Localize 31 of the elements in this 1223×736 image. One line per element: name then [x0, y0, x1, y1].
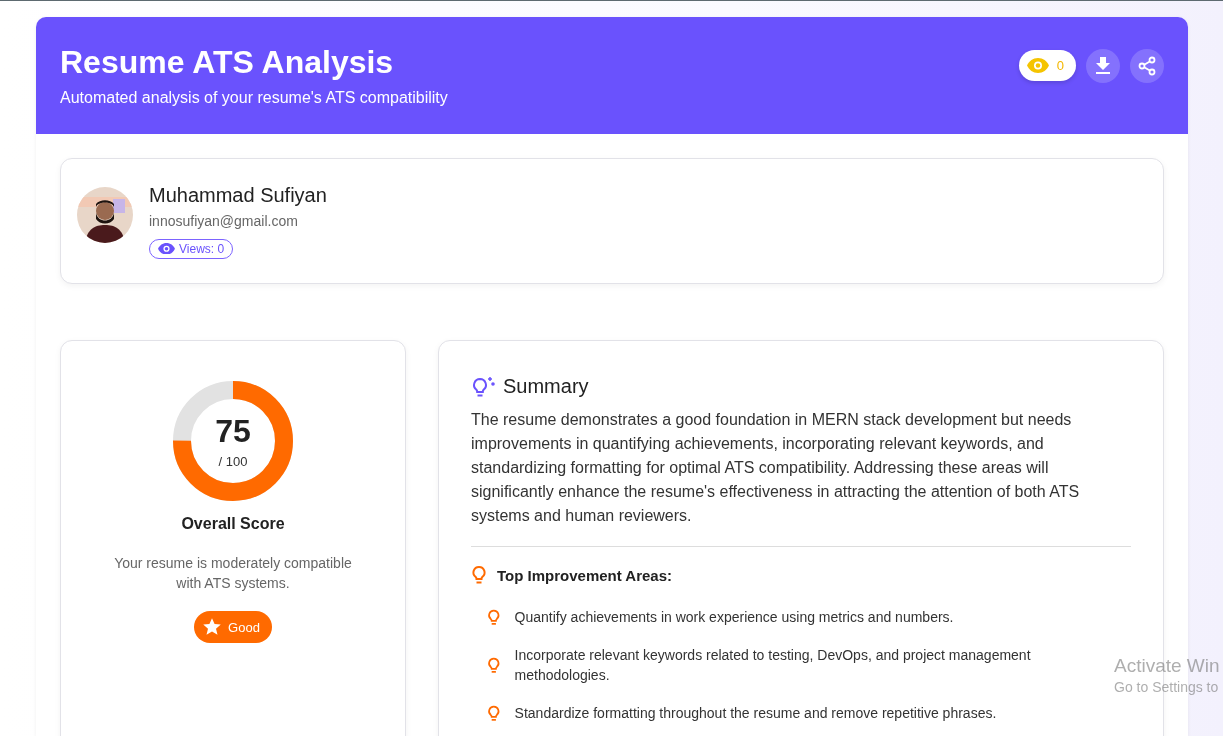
summary-text: The resume demonstrates a good foundation in MERN stack development but needs improvements in quantifying achievements, incorporating relevant keywords, and standardizing formatting for optimal ATS compatibility. Addressing these areas will significantly enhance the resume's effectiveness in attracting the attention of both ATS systems and human reviewers.: [471, 410, 1081, 526]
lightbulb-icon: [471, 565, 487, 585]
summary-title: Summary: [503, 375, 589, 398]
activation-notice-title: Activate Win: [1114, 655, 1221, 677]
eye-icon: [158, 242, 175, 255]
download-icon: [1095, 56, 1111, 75]
score-max: / 100: [218, 454, 248, 469]
page-subtitle: Automated analysis of your resume's ATS compatibility: [60, 89, 448, 107]
page-title: Resume ATS Analysis: [60, 44, 395, 81]
views-label: Views: 0: [179, 241, 225, 256]
lightbulb-icon: [487, 608, 501, 626]
view-count: 0: [1056, 58, 1064, 73]
share-icon: [1137, 55, 1157, 76]
download-button[interactable]: [1086, 48, 1120, 83]
score-description: Your resume is moderately compatible with ATS systems.: [113, 554, 353, 593]
activation-notice-text: Go to Settings to: [1114, 679, 1220, 695]
score-value: 75: [215, 413, 251, 450]
improvements-title: Top Improvement Areas:: [497, 566, 673, 584]
profile-email: innosufiyan@gmail.com: [149, 212, 299, 229]
improvement-item: Incorporate relevant keywords related to testing, DevOps, and project management methodologies.: [514, 646, 1032, 685]
improvement-item: Quantify achievements in work experience using metrics and numbers.: [514, 608, 954, 627]
eye-icon: [1026, 58, 1049, 73]
improvement-item: Standardize formatting throughout the resume and remove repetitive phrases.: [514, 704, 997, 723]
score-label: Overall Score: [181, 515, 285, 533]
star-icon: [202, 617, 223, 637]
lightbulb-icon: [487, 656, 501, 674]
lightbulb-icon: [487, 704, 501, 722]
lightbulb-sparkle-icon: [471, 375, 495, 398]
rating-label: Good: [228, 619, 260, 635]
share-button[interactable]: [1130, 48, 1164, 83]
profile-name: Muhammad Sufiyan: [149, 183, 327, 207]
